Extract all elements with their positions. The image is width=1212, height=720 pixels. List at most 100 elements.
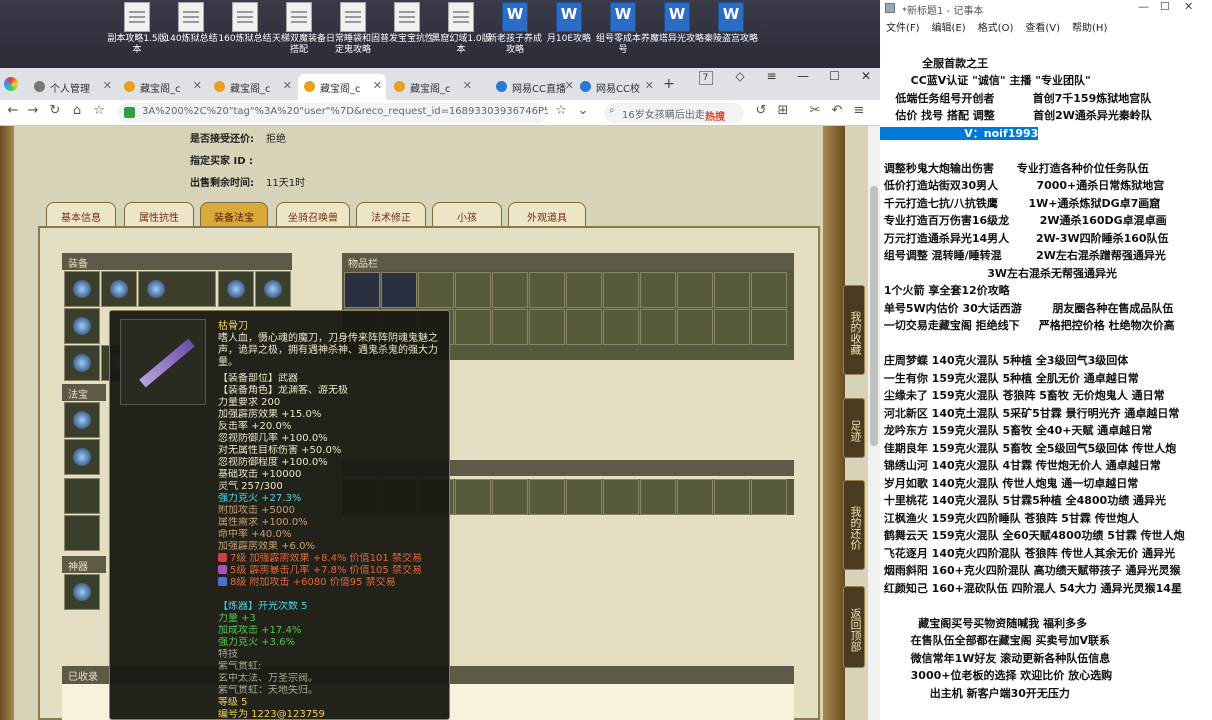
new-tab-button[interactable]: + <box>663 76 675 92</box>
storage-cell[interactable] <box>751 479 787 515</box>
tab-close-icon[interactable]: ✕ <box>373 79 382 92</box>
browser-tab-2[interactable]: 藏宝阁_c ✕ <box>208 74 296 100</box>
reload-icon[interactable]: ↻ <box>46 103 64 118</box>
storage-cell[interactable] <box>714 479 750 515</box>
storage-cell[interactable] <box>677 479 713 515</box>
page-scrollbar[interactable] <box>868 126 880 720</box>
desktop-icon-11[interactable]: 秦陵盗宫攻略 <box>700 2 762 45</box>
undo-icon[interactable]: ↶ <box>828 103 846 118</box>
tab-close-icon[interactable]: ✕ <box>103 79 112 92</box>
side-button-1[interactable]: 足迹 <box>843 398 865 458</box>
notepad-maximize-button[interactable]: ☐ <box>1160 0 1170 13</box>
storage-cell[interactable] <box>455 479 491 515</box>
storage-cell[interactable] <box>492 479 528 515</box>
tab-count-button[interactable]: 7 <box>698 71 713 85</box>
page-tab-6[interactable]: 外观道具 <box>508 202 586 227</box>
desktop-icon-5[interactable]: 普发宝宝抗性 <box>376 2 438 45</box>
fabao-slot[interactable] <box>64 439 100 475</box>
storage-cell[interactable] <box>529 479 565 515</box>
tab-close-icon[interactable]: ✕ <box>283 79 292 92</box>
equip-slot[interactable] <box>101 271 137 307</box>
inventory-cell[interactable] <box>566 309 602 345</box>
equip-slot[interactable] <box>64 308 100 344</box>
inventory-cell[interactable] <box>455 309 491 345</box>
favorite-icon[interactable]: ☆ <box>90 103 108 118</box>
refresh-icon[interactable]: ↺ <box>752 103 770 118</box>
desktop-icon-2[interactable]: 160炼狱总结 <box>214 2 276 45</box>
notepad-menu-item[interactable]: 文件(F) <box>886 23 920 34</box>
tab-close-icon[interactable]: ✕ <box>565 79 574 92</box>
desktop-icon-10[interactable]: 魔塔异光攻略 <box>646 2 708 45</box>
page-tab-1[interactable]: 属性抗性 <box>124 202 194 227</box>
inventory-cell[interactable] <box>492 309 528 345</box>
fabao-slot[interactable] <box>64 402 100 438</box>
inventory-cell[interactable] <box>529 272 565 308</box>
inventory-cell[interactable] <box>344 272 380 308</box>
grid-icon[interactable]: ⊞ <box>774 103 792 118</box>
desktop-icon-7[interactable]: 新老孩子养成攻略 <box>484 2 546 56</box>
inventory-cell[interactable] <box>640 272 676 308</box>
tab-close-icon[interactable]: ✕ <box>463 79 472 92</box>
address-bar[interactable]: 3A%200%2C%20"tag"%3A%20"user"%7D&reco_re… <box>118 103 548 123</box>
desktop-icon-6[interactable]: 黑窟幻域1.0版本 <box>430 2 492 56</box>
browser-tab-6[interactable]: 网易CC校 ✕ <box>574 74 658 100</box>
inventory-cell[interactable] <box>677 272 713 308</box>
fabao-slot[interactable] <box>64 574 100 610</box>
equip-slot-large[interactable] <box>138 271 216 307</box>
page-tab-2[interactable]: 装备法宝 <box>200 202 268 227</box>
side-button-3[interactable]: 返回顶部 <box>843 586 865 668</box>
tab-close-icon[interactable]: ✕ <box>645 79 654 92</box>
bookmark-star-icon[interactable]: ☆ <box>552 103 570 118</box>
browser-tab-5[interactable]: 网易CC直播 ✕ <box>490 74 578 100</box>
page-tab-5[interactable]: 小孩 <box>432 202 502 227</box>
inventory-cell[interactable] <box>751 272 787 308</box>
desktop-icon-4[interactable]: 日常睡袋和固定鬼攻略 <box>322 2 384 56</box>
notepad-minimize-button[interactable]: — <box>1138 0 1149 13</box>
inventory-cell[interactable] <box>714 272 750 308</box>
browser-tab-4[interactable]: 藏宝阁_c ✕ <box>388 74 476 100</box>
side-button-0[interactable]: 我的收藏 <box>843 285 865 375</box>
back-icon[interactable]: ← <box>4 103 22 118</box>
desktop-icon-1[interactable]: 140炼狱总结 <box>160 2 222 45</box>
forward-icon[interactable]: → <box>24 103 42 118</box>
inventory-cell[interactable] <box>529 309 565 345</box>
inventory-cell[interactable] <box>640 309 676 345</box>
menu-icon[interactable]: ≡ <box>758 68 786 84</box>
notepad-menu-item[interactable]: 帮助(H) <box>1072 23 1107 34</box>
inventory-cell[interactable] <box>603 272 639 308</box>
equip-slot[interactable] <box>218 271 254 307</box>
inventory-cell[interactable] <box>455 272 491 308</box>
skin-icon[interactable]: ◇ <box>726 68 754 84</box>
equip-slot[interactable] <box>64 271 100 307</box>
inventory-cell[interactable] <box>751 309 787 345</box>
notepad-menu-item[interactable]: 格式(O) <box>978 23 1014 34</box>
inventory-cell[interactable] <box>603 309 639 345</box>
fabao-slot[interactable] <box>64 515 100 551</box>
inventory-cell[interactable] <box>492 272 528 308</box>
side-button-2[interactable]: 我的还价 <box>843 480 865 570</box>
page-tab-3[interactable]: 坐骑召唤兽 <box>276 202 350 227</box>
browser-tab-0[interactable]: 个人管理 ✕ <box>28 74 116 100</box>
notepad-close-button[interactable]: ✕ <box>1184 0 1193 13</box>
notepad-menu-item[interactable]: 查看(V) <box>1025 23 1060 34</box>
equip-slot[interactable] <box>64 345 100 381</box>
desktop-icon-0[interactable]: 副本攻略1.5版本 <box>106 2 168 56</box>
close-button[interactable]: ✕ <box>852 68 880 84</box>
fabao-slot[interactable] <box>64 478 100 514</box>
hot-search-label[interactable]: 热搜 <box>705 108 725 123</box>
scrollbar-thumb[interactable] <box>870 186 878 446</box>
minimize-button[interactable]: — <box>789 68 817 84</box>
inventory-cell[interactable] <box>566 272 602 308</box>
scissors-icon[interactable]: ✂ <box>806 103 824 118</box>
inventory-cell[interactable] <box>677 309 713 345</box>
notepad-menu-item[interactable]: 编辑(E) <box>932 23 966 34</box>
maximize-button[interactable]: ☐ <box>821 68 849 84</box>
storage-cell[interactable] <box>603 479 639 515</box>
storage-cell[interactable] <box>640 479 676 515</box>
desktop-icon-9[interactable]: 组号零成本养号 <box>592 2 654 56</box>
desktop-icon-8[interactable]: 月10E攻略 <box>538 2 600 45</box>
desktop-icon-3[interactable]: 天梯双魔装备搭配 <box>268 2 330 56</box>
more-icon[interactable]: ≡ <box>850 103 868 118</box>
page-tab-4[interactable]: 法术修正 <box>356 202 426 227</box>
inventory-cell[interactable] <box>381 272 417 308</box>
